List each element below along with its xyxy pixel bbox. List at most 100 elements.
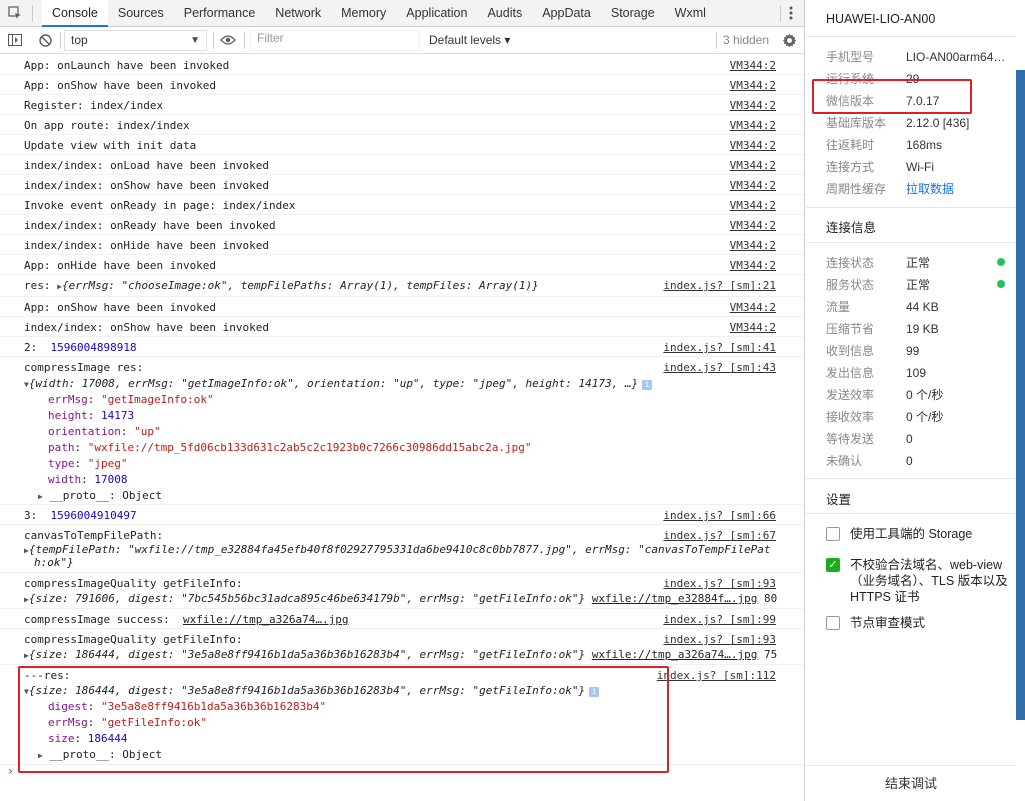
setting-checkbox[interactable]: ✓ xyxy=(826,558,840,572)
tab-application[interactable]: Application xyxy=(396,0,477,27)
source-link[interactable]: index.js? [sm]:93 xyxy=(663,633,776,646)
source-link[interactable]: index.js? [sm]:67 xyxy=(663,529,776,542)
proto-row[interactable]: ▶ __proto__: Object xyxy=(38,489,162,502)
info-row: 接收效率 0 个/秒 xyxy=(826,408,943,425)
file-link[interactable]: wxfile://tmp_a326a74….jpg xyxy=(183,613,349,626)
source-link[interactable]: VM344:2 xyxy=(730,219,776,232)
info-key: 手机型号 xyxy=(826,50,875,64)
log-levels-dropdown[interactable]: Default levels ▾ xyxy=(429,33,510,47)
gear-icon[interactable] xyxy=(780,31,798,49)
setting-label: 使用工具端的 Storage xyxy=(850,527,973,541)
setting-checkbox[interactable] xyxy=(826,527,840,541)
inspect-element-icon[interactable] xyxy=(6,4,24,22)
info-key: 往返耗时 xyxy=(826,138,875,152)
info-key: 压缩节省 xyxy=(826,322,875,336)
info-value: 正常 xyxy=(906,278,931,292)
tab-wxml[interactable]: Wxml xyxy=(665,0,716,27)
source-link[interactable]: VM344:2 xyxy=(730,321,776,334)
side-scroll-bar[interactable] xyxy=(1016,70,1025,720)
compress-image-log: compressImage res: index.js? [sm]:43 ▼{w… xyxy=(0,357,804,505)
setting-row[interactable]: 节点审查模式 xyxy=(826,615,1016,655)
setting-row[interactable]: ✓ 不校验合法域名、web-view（业务域名）、TLS 版本以及 HTTPS 证… xyxy=(826,557,1016,604)
source-link[interactable]: VM344:2 xyxy=(730,179,776,192)
filter-input[interactable]: Filter xyxy=(250,30,420,51)
log-number: 1596004898918 xyxy=(50,341,137,354)
object-summary: {width: 17008, errMsg: "getImageInfo:ok"… xyxy=(28,377,639,390)
info-row: 基础库版本 2.12.0 [436] xyxy=(826,114,969,131)
tab-audits[interactable]: Audits xyxy=(477,0,532,27)
object-summary-row[interactable]: ▶{size: 186444, digest: "3e5a8e8ff9416b1… xyxy=(24,648,777,661)
info-value: 0 个/秒 xyxy=(906,388,944,402)
expand-caret-icon[interactable]: ▶ xyxy=(38,492,43,501)
info-value: 0 个/秒 xyxy=(906,410,944,424)
eye-icon[interactable] xyxy=(219,31,237,49)
file-link[interactable]: wxfile://tmp_a326a74….jpg xyxy=(592,648,758,661)
tab-console[interactable]: Console xyxy=(42,0,108,27)
log-text: index/index: onReady have been invoked xyxy=(24,219,276,232)
log-label: 2: xyxy=(24,341,38,354)
highlight-box xyxy=(812,79,972,114)
connection-section-title: 连接信息 xyxy=(826,221,877,235)
info-key: 等待发送 xyxy=(826,432,875,446)
tab-appdata[interactable]: AppData xyxy=(532,0,601,27)
source-link[interactable]: index.js? [sm]:93 xyxy=(663,577,776,590)
source-link[interactable]: index.js? [sm]:112 xyxy=(657,669,776,682)
source-link[interactable]: VM344:2 xyxy=(730,79,776,92)
source-link[interactable]: VM344:2 xyxy=(730,59,776,72)
section-divider xyxy=(806,207,1016,208)
more-menu-icon[interactable] xyxy=(782,4,800,22)
end-debug-button[interactable]: 结束调试 xyxy=(806,765,1016,801)
log-text: res: ▶{errMsg: "chooseImage:ok", tempFil… xyxy=(24,279,539,292)
context-selector[interactable]: top ▼ xyxy=(64,30,207,51)
tab-performance[interactable]: Performance xyxy=(174,0,266,27)
toolbar-divider xyxy=(213,32,214,49)
source-link[interactable]: VM344:2 xyxy=(730,139,776,152)
info-row: 发送效率 0 个/秒 xyxy=(826,386,943,403)
source-link[interactable]: index.js? [sm]:41 xyxy=(663,341,776,354)
file-info-log: compressImageQuality getFileInfo: index.… xyxy=(0,573,804,609)
property-key: height xyxy=(48,409,88,422)
log-line: App: onShow have been invoked VM344:2 xyxy=(0,75,804,95)
source-link[interactable]: VM344:2 xyxy=(730,199,776,212)
source-link[interactable]: index.js? [sm]:99 xyxy=(663,613,776,626)
tab-network[interactable]: Network xyxy=(265,0,331,27)
info-key: 未确认 xyxy=(826,454,863,468)
setting-checkbox[interactable] xyxy=(826,616,840,630)
console-prompt-icon[interactable]: › xyxy=(8,764,13,778)
file-link[interactable]: wxfile://tmp_e32884f….jpg xyxy=(592,592,758,605)
source-link[interactable]: VM344:2 xyxy=(730,301,776,314)
object-property: type: "jpeg" xyxy=(48,457,128,470)
source-link[interactable]: index.js? [sm]:21 xyxy=(663,279,776,292)
tab-storage[interactable]: Storage xyxy=(601,0,665,27)
log-line: res: ▶{errMsg: "chooseImage:ok", tempFil… xyxy=(0,275,804,297)
toolbar-divider xyxy=(244,32,245,49)
source-link[interactable]: index.js? [sm]:43 xyxy=(663,361,776,374)
object-summary-row[interactable]: ▶{tempFilePath: "wxfile://tmp_e32884fa45… xyxy=(24,543,771,556)
clear-console-icon[interactable] xyxy=(36,31,54,49)
file-size: 75 xyxy=(763,648,778,661)
object-summary[interactable]: {errMsg: "chooseImage:ok", tempFilePaths… xyxy=(62,279,539,292)
object-summary-row[interactable]: ▼{width: 17008, errMsg: "getImageInfo:ok… xyxy=(24,377,653,390)
tab-memory[interactable]: Memory xyxy=(331,0,396,27)
source-link[interactable]: VM344:2 xyxy=(730,119,776,132)
object-property: height: 14173 xyxy=(48,409,135,422)
property-value: "jpeg" xyxy=(87,457,128,470)
object-summary-row[interactable]: ▶{size: 791606, digest: "7bc545b56bc31ad… xyxy=(24,592,777,605)
log-text: App: onShow have been invoked xyxy=(24,79,217,92)
source-link[interactable]: VM344:2 xyxy=(730,239,776,252)
show-sidebar-icon[interactable] xyxy=(6,31,24,49)
property-value: 14173 xyxy=(101,409,135,422)
info-value: 0 xyxy=(906,432,913,446)
tab-sources[interactable]: Sources xyxy=(108,0,174,27)
info-icon[interactable]: i xyxy=(642,380,653,390)
fetch-data-link[interactable]: 拉取数据 xyxy=(906,182,954,196)
log-text: Invoke event onReady in page: index/inde… xyxy=(24,199,296,212)
info-row: 手机型号 LIO-AN00arm64… xyxy=(826,48,1005,65)
source-link[interactable]: index.js? [sm]:66 xyxy=(663,509,776,522)
source-link[interactable]: VM344:2 xyxy=(730,159,776,172)
source-link[interactable]: VM344:2 xyxy=(730,99,776,112)
log-text: App: onLaunch have been invoked xyxy=(24,59,230,72)
log-line: App: onShow have been invoked VM344:2 xyxy=(0,297,804,317)
log-line: index/index: onShow have been invoked VM3… xyxy=(0,175,804,195)
source-link[interactable]: VM344:2 xyxy=(730,259,776,272)
